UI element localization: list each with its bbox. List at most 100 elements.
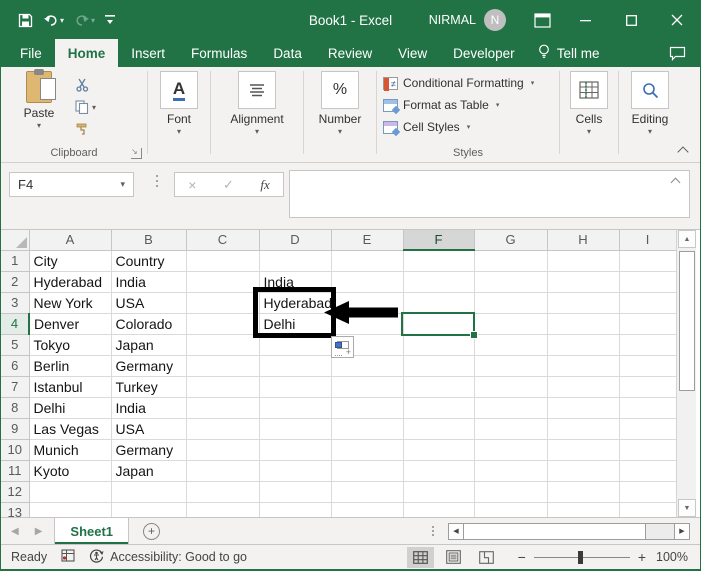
- cell-I7[interactable]: [619, 376, 677, 398]
- cell-H10[interactable]: [547, 439, 620, 461]
- cell-D12[interactable]: [259, 481, 332, 503]
- cell-E12[interactable]: [331, 481, 404, 503]
- cell-H11[interactable]: [547, 460, 620, 482]
- row-header-9[interactable]: 9: [1, 418, 30, 440]
- column-header-b[interactable]: B: [111, 230, 187, 251]
- cell-E4[interactable]: [331, 313, 404, 335]
- cell-C10[interactable]: [186, 439, 260, 461]
- cell-D11[interactable]: [259, 460, 332, 482]
- cell-B1[interactable]: Country: [111, 250, 187, 272]
- cell-F7[interactable]: [403, 376, 475, 398]
- cell-D13[interactable]: [259, 502, 332, 517]
- vertical-scroll-thumb[interactable]: [679, 251, 695, 391]
- cell-H13[interactable]: [547, 502, 620, 517]
- cell-E2[interactable]: [331, 271, 404, 293]
- zoom-slider[interactable]: [533, 550, 630, 564]
- copy-dropdown-icon[interactable]: ▾: [92, 103, 96, 112]
- cell-G9[interactable]: [474, 418, 548, 440]
- new-sheet-button[interactable]: +: [143, 518, 161, 544]
- cell-B13[interactable]: [111, 502, 187, 517]
- cell-H5[interactable]: [547, 334, 620, 356]
- redo-button[interactable]: ▾: [71, 8, 98, 32]
- menu-tab-insert[interactable]: Insert: [118, 39, 178, 67]
- row-header-8[interactable]: 8: [1, 397, 30, 419]
- minimize-button[interactable]: [562, 1, 608, 39]
- cell-H1[interactable]: [547, 250, 620, 272]
- cell-A6[interactable]: Berlin: [29, 355, 112, 377]
- accessibility-status[interactable]: Accessibility: Good to go: [89, 548, 247, 566]
- cell-B8[interactable]: India: [111, 397, 187, 419]
- zoom-out-icon[interactable]: −: [518, 549, 526, 565]
- cell-E13[interactable]: [331, 502, 404, 517]
- cell-styles-button[interactable]: Cell Styles ▾: [383, 118, 559, 136]
- cell-D7[interactable]: [259, 376, 332, 398]
- row-header-10[interactable]: 10: [1, 439, 30, 461]
- cell-C2[interactable]: [186, 271, 260, 293]
- cell-H2[interactable]: [547, 271, 620, 293]
- maximize-button[interactable]: [608, 1, 654, 39]
- cell-I12[interactable]: [619, 481, 677, 503]
- cell-A2[interactable]: Hyderabad: [29, 271, 112, 293]
- name-box[interactable]: F4 ▾: [9, 172, 134, 197]
- cell-H4[interactable]: [547, 313, 620, 335]
- redo-dropdown-icon[interactable]: ▾: [91, 16, 95, 25]
- cell-F5[interactable]: [403, 334, 475, 356]
- cell-C1[interactable]: [186, 250, 260, 272]
- cell-E6[interactable]: [331, 355, 404, 377]
- undo-button[interactable]: ▾: [40, 8, 67, 32]
- row-header-6[interactable]: 6: [1, 355, 30, 377]
- cell-B4[interactable]: Colorado: [111, 313, 187, 335]
- cell-E8[interactable]: [331, 397, 404, 419]
- cell-B5[interactable]: Japan: [111, 334, 187, 356]
- copy-button[interactable]: ▾: [75, 99, 96, 115]
- cell-I1[interactable]: [619, 250, 677, 272]
- row-header-13[interactable]: 13: [1, 502, 30, 517]
- cell-F3[interactable]: [403, 292, 475, 314]
- sheet-tab-sheet1[interactable]: Sheet1: [54, 518, 130, 544]
- menu-tab-developer[interactable]: Developer: [440, 39, 528, 67]
- cell-C9[interactable]: [186, 418, 260, 440]
- cancel-icon[interactable]: ×: [188, 177, 196, 193]
- zoom-slider-thumb[interactable]: [577, 550, 583, 564]
- cell-E7[interactable]: [331, 376, 404, 398]
- cell-B2[interactable]: India: [111, 271, 187, 293]
- cell-C8[interactable]: [186, 397, 260, 419]
- cell-A5[interactable]: Tokyo: [29, 334, 112, 356]
- cell-I9[interactable]: [619, 418, 677, 440]
- name-box-dropdown-icon[interactable]: ▾: [120, 179, 125, 190]
- cell-H8[interactable]: [547, 397, 620, 419]
- horizontal-scroll-thumb[interactable]: [464, 523, 646, 539]
- cell-E1[interactable]: [331, 250, 404, 272]
- cell-C3[interactable]: [186, 292, 260, 314]
- cell-G8[interactable]: [474, 397, 548, 419]
- cell-G13[interactable]: [474, 502, 548, 517]
- scroll-left-icon[interactable]: ◀: [448, 522, 464, 540]
- cell-H9[interactable]: [547, 418, 620, 440]
- number-menu-button[interactable]: % Number ▾: [304, 71, 376, 136]
- cell-H7[interactable]: [547, 376, 620, 398]
- menu-tab-data[interactable]: Data: [260, 39, 315, 67]
- cell-F1[interactable]: [403, 250, 475, 272]
- cell-G1[interactable]: [474, 250, 548, 272]
- cell-G6[interactable]: [474, 355, 548, 377]
- row-header-11[interactable]: 11: [1, 460, 30, 482]
- cell-D8[interactable]: [259, 397, 332, 419]
- cell-G12[interactable]: [474, 481, 548, 503]
- cell-D5[interactable]: [259, 334, 332, 356]
- cell-E3[interactable]: [331, 292, 404, 314]
- cell-F6[interactable]: [403, 355, 475, 377]
- column-header-e[interactable]: E: [331, 230, 404, 251]
- editing-menu-button[interactable]: Editing ▾: [619, 71, 681, 136]
- cell-A9[interactable]: Las Vegas: [29, 418, 112, 440]
- cell-F13[interactable]: [403, 502, 475, 517]
- cell-B9[interactable]: USA: [111, 418, 187, 440]
- cell-G11[interactable]: [474, 460, 548, 482]
- cell-I6[interactable]: [619, 355, 677, 377]
- close-button[interactable]: [654, 1, 700, 39]
- cell-F2[interactable]: [403, 271, 475, 293]
- paste-options-button[interactable]: +: [331, 336, 354, 358]
- tell-me-box[interactable]: Tell me: [528, 39, 610, 67]
- row-header-5[interactable]: 5: [1, 334, 30, 356]
- cell-C11[interactable]: [186, 460, 260, 482]
- cell-F4[interactable]: [403, 313, 475, 335]
